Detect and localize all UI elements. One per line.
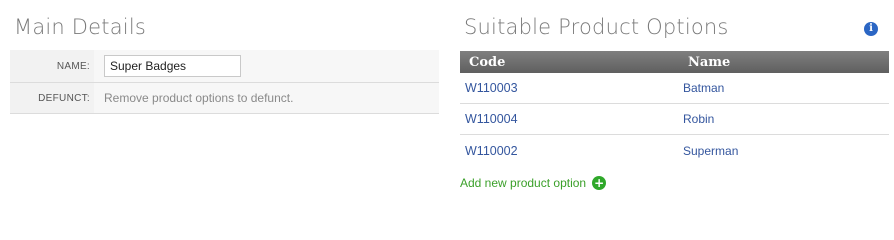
defunct-label: DEFUNCT:	[10, 83, 94, 113]
product-options-title: Suitable Product Options	[464, 15, 729, 39]
defunct-note: Remove product options to defunct.	[104, 91, 294, 105]
name-input[interactable]	[104, 55, 241, 77]
add-plus-icon[interactable]: +	[592, 176, 607, 190]
main-details-title: Main Details	[14, 15, 147, 39]
column-header-code[interactable]: Code	[460, 55, 679, 70]
product-name-link[interactable]: Superman	[679, 144, 889, 158]
table-row: W110004 Robin	[460, 104, 889, 135]
main-details-form: NAME: DEFUNCT: Remove product options to…	[10, 50, 439, 114]
add-product-option-label[interactable]: Add new product option	[460, 176, 586, 190]
name-value-cell	[94, 50, 439, 82]
column-header-name[interactable]: Name	[679, 55, 889, 70]
defunct-row: DEFUNCT: Remove product options to defun…	[10, 83, 439, 114]
defunct-value-cell: Remove product options to defunct.	[94, 83, 439, 113]
table-row: W110003 Batman	[460, 73, 889, 104]
info-icon[interactable]: i	[864, 22, 878, 36]
product-name-link[interactable]: Batman	[679, 81, 889, 95]
product-code-link[interactable]: W110003	[460, 81, 679, 95]
product-name-link[interactable]: Robin	[679, 112, 889, 126]
table-row: W110002 Superman	[460, 135, 889, 166]
product-code-link[interactable]: W110002	[460, 144, 679, 158]
table-header: Code Name	[460, 51, 889, 73]
product-code-link[interactable]: W110004	[460, 112, 679, 126]
name-row: NAME:	[10, 50, 439, 83]
add-product-option-link[interactable]: Add new product option +	[460, 176, 607, 190]
name-label: NAME:	[10, 50, 94, 82]
product-options-table: Code Name W110003 Batman W110004 Robin W…	[460, 51, 889, 166]
